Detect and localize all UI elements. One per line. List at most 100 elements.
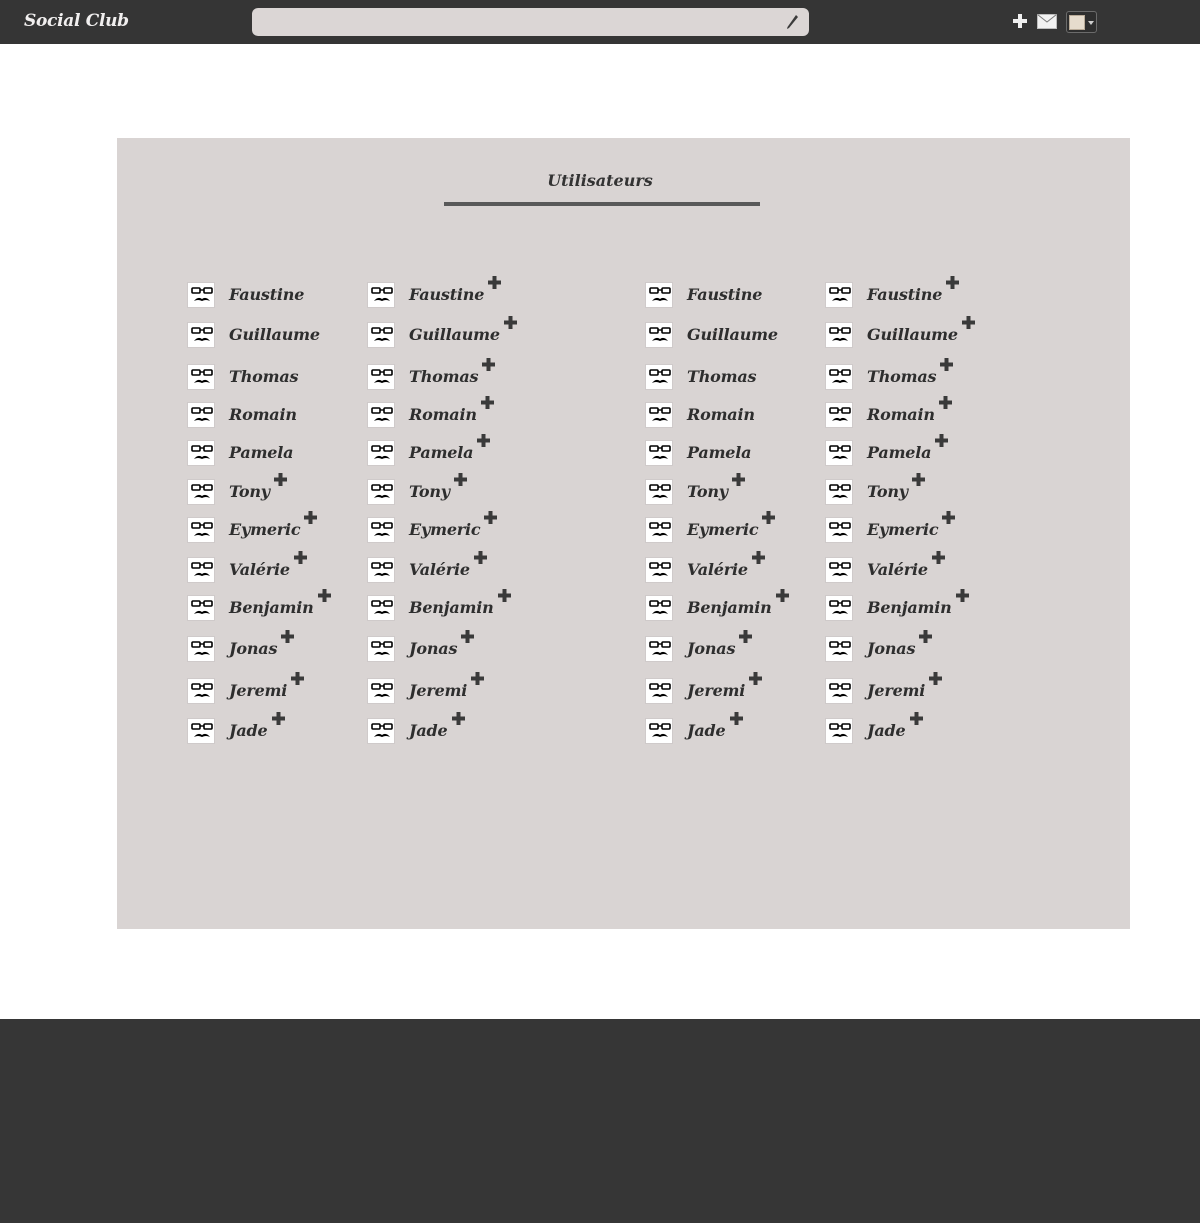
- user-name[interactable]: Jonas: [867, 639, 915, 658]
- user-name[interactable]: Thomas: [687, 367, 757, 386]
- mail-icon[interactable]: [1037, 14, 1057, 29]
- search-bar[interactable]: [252, 8, 809, 36]
- user-name[interactable]: Pamela: [867, 443, 932, 462]
- add-friend-icon[interactable]: [931, 549, 945, 564]
- user-name[interactable]: Benjamin: [409, 598, 494, 617]
- user-name[interactable]: Romain: [687, 405, 755, 424]
- add-friend-icon[interactable]: [751, 549, 765, 564]
- user-name[interactable]: Thomas: [867, 367, 937, 386]
- user-name[interactable]: Eymeric: [687, 520, 759, 539]
- user-name[interactable]: Jade: [687, 721, 726, 740]
- user-avatar-icon: [187, 364, 215, 390]
- user-name[interactable]: Romain: [409, 405, 477, 424]
- user-name[interactable]: Pamela: [687, 443, 752, 462]
- user-name[interactable]: Romain: [867, 405, 935, 424]
- user-name[interactable]: Jeremi: [409, 681, 467, 700]
- user-name[interactable]: Tony: [229, 482, 270, 501]
- user-name[interactable]: Jonas: [229, 639, 277, 658]
- add-friend-icon[interactable]: [938, 394, 952, 409]
- add-friend-icon[interactable]: [473, 549, 487, 564]
- user-name[interactable]: Jade: [229, 721, 268, 740]
- user-name[interactable]: Valérie: [867, 560, 928, 579]
- user-name[interactable]: Thomas: [229, 367, 299, 386]
- user-name[interactable]: Jonas: [687, 639, 735, 658]
- user-name[interactable]: Romain: [229, 405, 297, 424]
- add-friend-icon[interactable]: [762, 509, 776, 524]
- add-friend-icon[interactable]: [480, 394, 494, 409]
- user-name[interactable]: Tony: [867, 482, 908, 501]
- add-friend-icon[interactable]: [729, 710, 743, 725]
- user-name[interactable]: Eymeric: [229, 520, 301, 539]
- add-friend-icon[interactable]: [273, 471, 287, 486]
- plus-icon[interactable]: [1012, 13, 1028, 29]
- user-avatar: [1069, 15, 1085, 30]
- user-name[interactable]: Tony: [687, 482, 728, 501]
- page-title: Utilisateurs: [547, 171, 653, 190]
- user-name[interactable]: Valérie: [687, 560, 748, 579]
- user-name[interactable]: Eymeric: [409, 520, 481, 539]
- add-friend-icon[interactable]: [503, 314, 517, 329]
- add-friend-icon[interactable]: [317, 587, 331, 602]
- user-name[interactable]: Faustine: [687, 285, 762, 304]
- user-menu-dropdown[interactable]: [1066, 11, 1097, 33]
- add-friend-icon[interactable]: [942, 509, 956, 524]
- user-name[interactable]: Benjamin: [867, 598, 952, 617]
- brand-logo[interactable]: Social Club: [24, 11, 129, 31]
- user-name[interactable]: Guillaume: [409, 325, 500, 344]
- user-avatar-icon: [825, 282, 853, 308]
- user-avatar-icon: [645, 440, 673, 466]
- user-name[interactable]: Jade: [867, 721, 906, 740]
- add-friend-icon[interactable]: [461, 628, 475, 643]
- add-friend-icon[interactable]: [909, 710, 923, 725]
- add-friend-icon[interactable]: [775, 587, 789, 602]
- search-input[interactable]: [260, 12, 774, 34]
- add-friend-icon[interactable]: [291, 670, 305, 685]
- add-friend-icon[interactable]: [271, 710, 285, 725]
- user-name[interactable]: Jeremi: [687, 681, 745, 700]
- edit-pen-icon[interactable]: [782, 12, 802, 32]
- user-name[interactable]: Jonas: [409, 639, 457, 658]
- user-avatar-icon: [187, 557, 215, 583]
- user-name[interactable]: Jeremi: [229, 681, 287, 700]
- user-name[interactable]: Guillaume: [229, 325, 320, 344]
- add-friend-icon[interactable]: [749, 670, 763, 685]
- add-friend-icon[interactable]: [453, 471, 467, 486]
- add-friend-icon[interactable]: [293, 549, 307, 564]
- add-friend-icon[interactable]: [451, 710, 465, 725]
- add-friend-icon[interactable]: [929, 670, 943, 685]
- add-friend-icon[interactable]: [919, 628, 933, 643]
- user-name[interactable]: Valérie: [409, 560, 470, 579]
- add-friend-icon[interactable]: [731, 471, 745, 486]
- add-friend-icon[interactable]: [488, 274, 502, 289]
- user-name[interactable]: Guillaume: [687, 325, 778, 344]
- add-friend-icon[interactable]: [955, 587, 969, 602]
- add-friend-icon[interactable]: [935, 432, 949, 447]
- add-friend-icon[interactable]: [946, 274, 960, 289]
- user-name[interactable]: Jeremi: [867, 681, 925, 700]
- user-avatar-icon: [825, 322, 853, 348]
- add-friend-icon[interactable]: [304, 509, 318, 524]
- add-friend-icon[interactable]: [471, 670, 485, 685]
- user-name[interactable]: Pamela: [229, 443, 294, 462]
- add-friend-icon[interactable]: [739, 628, 753, 643]
- user-name[interactable]: Benjamin: [229, 598, 314, 617]
- user-name[interactable]: Faustine: [867, 285, 942, 304]
- user-name[interactable]: Faustine: [409, 285, 484, 304]
- user-name[interactable]: Pamela: [409, 443, 474, 462]
- user-name[interactable]: Thomas: [409, 367, 479, 386]
- add-friend-icon[interactable]: [484, 509, 498, 524]
- add-friend-icon[interactable]: [911, 471, 925, 486]
- add-friend-icon[interactable]: [497, 587, 511, 602]
- user-name[interactable]: Tony: [409, 482, 450, 501]
- user-name[interactable]: Eymeric: [867, 520, 939, 539]
- user-name[interactable]: Jade: [409, 721, 448, 740]
- add-friend-icon[interactable]: [940, 356, 954, 371]
- user-name[interactable]: Guillaume: [867, 325, 958, 344]
- add-friend-icon[interactable]: [281, 628, 295, 643]
- add-friend-icon[interactable]: [961, 314, 975, 329]
- add-friend-icon[interactable]: [482, 356, 496, 371]
- add-friend-icon[interactable]: [477, 432, 491, 447]
- user-name[interactable]: Benjamin: [687, 598, 772, 617]
- user-name[interactable]: Valérie: [229, 560, 290, 579]
- user-name[interactable]: Faustine: [229, 285, 304, 304]
